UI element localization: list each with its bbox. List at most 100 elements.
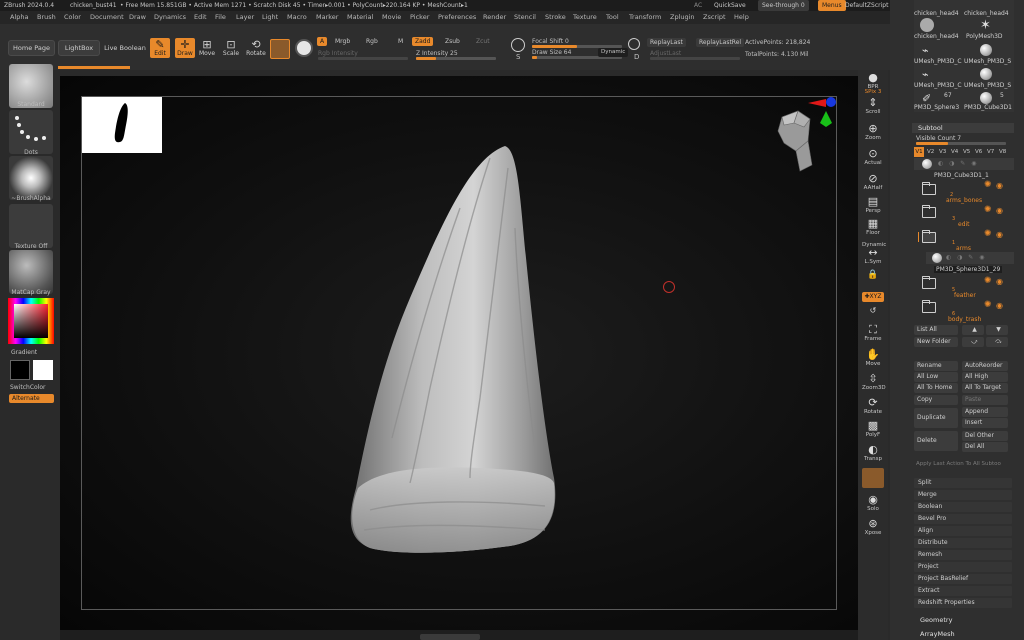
eye-icon[interactable]: ◉ — [996, 206, 1003, 215]
duplicate-button[interactable]: Duplicate — [914, 408, 958, 428]
menu-edit[interactable]: Edit — [194, 11, 207, 24]
all-to-home-button[interactable]: All To Home — [914, 383, 958, 393]
adjust-last-slider[interactable]: AdjustLast — [650, 50, 681, 57]
version-tab-v7[interactable]: V7 — [987, 147, 994, 157]
tool-thumb-5[interactable]: UMesh_PM3D_C — [914, 58, 962, 65]
menu-render[interactable]: Render — [483, 11, 506, 24]
secondary-color-swatch[interactable] — [33, 360, 53, 380]
apply-last-action-button[interactable]: Apply Last Action To All Subtoo — [916, 461, 1001, 467]
paste-button[interactable]: Paste — [962, 395, 1008, 405]
menu-dynamics[interactable]: Dynamics — [154, 11, 186, 24]
version-tab-v2[interactable]: V2 — [927, 147, 934, 157]
subtool-name-sphere[interactable]: PM3D_Sphere3D1_29 — [934, 266, 1003, 273]
project-section[interactable]: Project — [914, 562, 1012, 572]
replay-last-rel-button[interactable]: ReplayLastRel — [696, 38, 745, 47]
menu-stroke[interactable]: Stroke — [545, 11, 566, 24]
alternate-button[interactable]: Alternate — [9, 394, 54, 403]
spiral-material-icon[interactable] — [295, 39, 313, 57]
quicksave-button[interactable]: QuickSave — [714, 0, 746, 11]
ghost-button[interactable] — [862, 468, 884, 488]
remesh-section[interactable]: Remesh — [914, 550, 1012, 560]
mrgb-toggle[interactable]: Mrgb — [332, 37, 353, 46]
rotate-mode-button[interactable]: ⟲ Rotate — [246, 38, 266, 58]
menu-preferences[interactable]: Preferences — [438, 11, 476, 24]
polyf-button[interactable]: ▩ PolyF — [862, 420, 884, 439]
menu-file[interactable]: File — [215, 11, 226, 24]
menu-help[interactable]: Help — [734, 11, 749, 24]
eye-icon[interactable]: ◉ — [996, 230, 1003, 239]
subtool-name-cube[interactable]: PM3D_Cube3D1_1 — [934, 172, 989, 179]
menu-zplugin[interactable]: Zplugin — [670, 11, 695, 24]
menu-transform[interactable]: Transform — [629, 11, 661, 24]
project-basrelief-section[interactable]: Project BasRelief — [914, 574, 1012, 584]
switch-color-button[interactable]: SwitchColor — [10, 384, 46, 391]
all-to-target-button[interactable]: All To Target — [962, 383, 1008, 393]
distribute-section[interactable]: Distribute — [914, 538, 1012, 548]
zcut-toggle[interactable]: Zcut — [473, 37, 493, 46]
tool-thumb-2[interactable]: chicken_head4 — [964, 10, 1009, 17]
subtool-item-sphere[interactable]: ◐ ◑ ✎ ◉ — [926, 252, 1014, 264]
zsub-toggle[interactable]: Zsub — [442, 37, 463, 46]
gear-icon[interactable]: ✺ — [984, 229, 992, 239]
bpr-button[interactable]: ● BPR — [862, 72, 884, 91]
menu-marker[interactable]: Marker — [316, 11, 338, 24]
rgb-toggle[interactable]: Rgb — [363, 37, 381, 46]
auto-reorder-button[interactable]: AutoReorder — [962, 361, 1008, 371]
menu-alpha[interactable]: Alpha — [10, 11, 28, 24]
color-picker-square[interactable] — [14, 304, 48, 338]
frame-button[interactable]: ⛶ Frame — [862, 324, 884, 343]
menu-draw[interactable]: Draw — [129, 11, 146, 24]
folder-icon[interactable] — [922, 182, 936, 195]
tool-thumb-8[interactable]: UMesh_PM3D_S — [964, 82, 1011, 89]
tool-thumb-9[interactable]: PM3D_Sphere3 — [914, 104, 959, 111]
visible-count-track[interactable] — [916, 142, 1006, 145]
menu-color[interactable]: Color — [64, 11, 81, 24]
see-through-slider[interactable]: See-through 0 — [758, 0, 809, 11]
rgb-intensity-track[interactable] — [318, 57, 408, 60]
menu-zscript[interactable]: Zscript — [703, 11, 726, 24]
menu-movie[interactable]: Movie — [382, 11, 401, 24]
xpose-button[interactable]: ⊛ Xpose — [862, 518, 884, 537]
main-color-swatch[interactable] — [10, 360, 30, 380]
version-tab-v4[interactable]: V4 — [951, 147, 958, 157]
copy-button[interactable]: Copy — [914, 395, 958, 405]
rename-button[interactable]: Rename — [914, 361, 958, 371]
menu-light[interactable]: Light — [262, 11, 278, 24]
color-picker-hue[interactable] — [8, 298, 54, 344]
folder-icon[interactable] — [922, 276, 936, 289]
rotate-view-button[interactable]: ⟳ Rotate — [862, 397, 884, 416]
floor-button[interactable]: ▦ Floor — [862, 218, 884, 237]
menu-tool[interactable]: Tool — [606, 11, 619, 24]
menu-layer[interactable]: Layer — [236, 11, 254, 24]
folder-open-icon[interactable] — [922, 230, 936, 243]
navigation-gizmo-icon[interactable] — [770, 95, 840, 175]
brush-preview-icon[interactable] — [270, 39, 290, 59]
eye-icon[interactable]: ◉ — [996, 181, 1003, 190]
del-other-button[interactable]: Del Other — [962, 431, 1008, 441]
lsym-button[interactable]: ↔ L.Sym — [862, 247, 884, 266]
move-down-icon[interactable]: ▼ — [986, 325, 1008, 335]
sculpt-mesh[interactable] — [340, 138, 580, 558]
adjust-last-track[interactable] — [650, 57, 740, 60]
scale-mode-button[interactable]: ⊡ Scale — [221, 38, 241, 58]
version-tab-v1[interactable]: V1 — [914, 147, 924, 157]
folder-name-arms[interactable]: arms — [956, 245, 971, 252]
menu-texture[interactable]: Texture — [573, 11, 597, 24]
zscript-button[interactable]: DefaultZScript — [845, 0, 888, 11]
tool-thumb-6[interactable]: UMesh_PM3D_S — [964, 58, 1011, 65]
m-toggle[interactable]: M — [395, 37, 406, 46]
gear-icon[interactable]: ✺ — [984, 205, 992, 215]
merge-section[interactable]: Merge — [914, 490, 1012, 500]
dots-stroke-icon[interactable] — [9, 110, 53, 154]
z-intensity-track[interactable] — [416, 57, 496, 60]
all-low-button[interactable]: All Low — [914, 372, 958, 382]
gear-icon[interactable]: ✺ — [984, 276, 992, 286]
menu-material[interactable]: Material — [347, 11, 373, 24]
geometry-section[interactable]: Geometry — [914, 614, 1024, 627]
tool-thumb-1[interactable]: chicken_head4 — [914, 10, 959, 17]
transp-button[interactable]: ◐ Transp — [862, 444, 884, 463]
draw-size-slider[interactable]: Draw Size 64 — [532, 49, 571, 56]
zadd-toggle[interactable]: Zadd — [412, 37, 434, 46]
visible-count-slider[interactable]: Visible Count 7 — [916, 135, 961, 142]
folder-icon[interactable] — [922, 205, 936, 218]
